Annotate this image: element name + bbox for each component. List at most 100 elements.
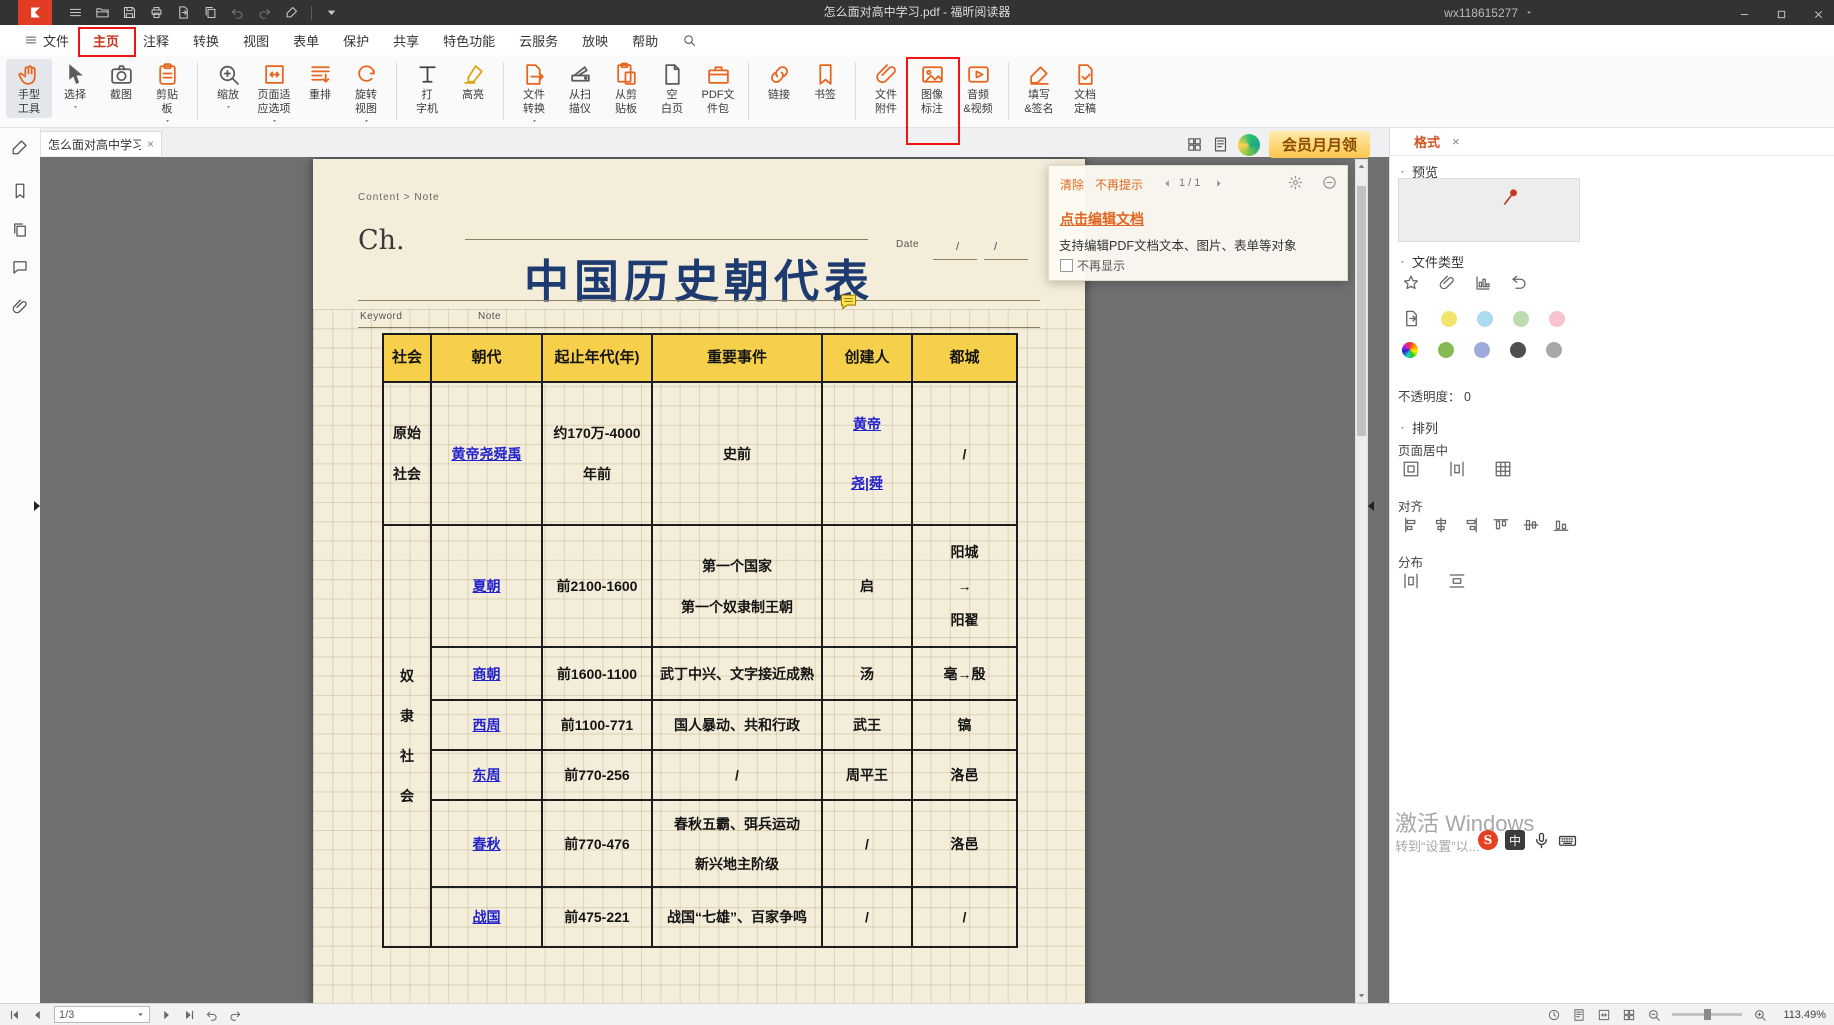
tool-hand-tool[interactable]: 手型 工具 [6,59,52,118]
open-platform-icon[interactable] [1238,134,1260,156]
menu-item-help[interactable]: 帮助 [620,25,670,55]
tool-bookmark[interactable]: 书签 [802,59,848,104]
dynasty-link[interactable]: 东周 [473,767,501,783]
popup-clear-link[interactable]: 清除 [1060,176,1084,193]
tool-typewriter[interactable]: 打 字机 [404,59,450,118]
document-tab-close-icon[interactable]: × [147,137,154,151]
edit-document-link[interactable]: 点击编辑文档 [1060,209,1144,229]
zoom-in-icon[interactable] [1753,1008,1767,1022]
next-page-button[interactable] [159,1008,173,1022]
popup-prev-icon[interactable] [1162,178,1173,189]
sidebar-attachments-icon[interactable] [11,298,29,316]
tool-rotate-view[interactable]: 旋转 视图 [343,59,389,125]
align-bottom-icon[interactable] [1552,516,1570,534]
dynasty-link[interactable]: 商朝 [473,666,501,682]
previous-view-button[interactable] [205,1008,219,1022]
align-right-icon[interactable] [1462,516,1480,534]
reverse-view-button[interactable] [1547,1008,1561,1022]
tool-from-scanner[interactable]: 从扫 描仪 [557,59,603,118]
menu-item-features[interactable]: 特色功能 [431,25,507,55]
dynasty-link[interactable]: 战国 [473,909,501,925]
menu-icon[interactable] [68,5,83,20]
tool-clipboard[interactable]: 剪贴 板 [144,59,190,125]
member-badge-button[interactable]: 会员月月领 [1269,131,1370,158]
save-icon[interactable] [122,5,137,20]
color-swatch[interactable] [1402,342,1418,358]
dist-h-icon[interactable] [1402,572,1420,590]
back-icon[interactable] [1510,274,1528,292]
menu-item-convert[interactable]: 转换 [181,25,231,55]
dist-h-icon[interactable] [1448,460,1466,478]
tool-select[interactable]: 选择 [52,59,98,111]
dynasty-link[interactable]: 黄帝尧舜禹 [452,446,522,462]
grid-pos-icon[interactable] [1494,460,1512,478]
zoom-slider[interactable] [1672,1013,1742,1016]
color-swatch[interactable] [1549,311,1565,327]
keyboard-icon[interactable] [1558,831,1577,850]
tool-audio-video[interactable]: 音频 &视频 [955,59,1001,118]
prev-page-button[interactable] [31,1008,45,1022]
copy-doc-icon[interactable] [203,5,218,20]
founder-link[interactable]: 黄帝 [825,414,909,434]
file-type-section-header[interactable]: 文件类型 [1398,252,1464,271]
tool-file-attach[interactable]: 文件 附件 [863,59,909,118]
color-swatch[interactable] [1513,311,1529,327]
tool-fit-options[interactable]: 页面适 应选项 [251,59,297,125]
thumbnail-view-icon[interactable] [1186,136,1203,153]
align-left-icon[interactable] [1402,516,1420,534]
tool-highlight[interactable]: 高亮 [450,59,496,104]
document-tab[interactable]: 怎么面对高中学习... × [40,131,162,156]
tool-link[interactable]: 链接 [756,59,802,104]
zoom-value[interactable]: 113.49% [1778,1009,1826,1021]
color-swatch[interactable] [1477,311,1493,327]
scroll-down-icon[interactable] [1356,990,1367,1001]
sidebar-pages-icon[interactable] [11,221,29,239]
popup-settings-icon[interactable] [1288,175,1303,190]
dist-v-icon[interactable] [1448,572,1466,590]
print-icon[interactable] [149,5,164,20]
menu-item-home[interactable]: 主页 [81,25,131,55]
align-center-h-icon[interactable] [1432,516,1450,534]
account-id[interactable]: wx118615277 [1444,0,1534,25]
last-page-button[interactable] [182,1008,196,1022]
tool-blank-page[interactable]: 空 白页 [649,59,695,118]
menu-item-protect[interactable]: 保护 [331,25,381,55]
tool-convert-file[interactable]: 文件 转换 [511,59,557,125]
dynasty-link[interactable]: 春秋 [473,836,501,852]
color-swatch[interactable] [1441,311,1457,327]
export-doc-icon[interactable] [1402,309,1421,328]
opacity-value[interactable]: 0 [1464,390,1471,404]
tool-from-clipboard[interactable]: 从剪 贴板 [603,59,649,118]
right-panel-collapse-handle[interactable] [1368,501,1374,511]
caret-down-icon[interactable] [324,5,339,20]
first-page-button[interactable] [8,1008,22,1022]
dynasty-link[interactable]: 西周 [473,717,501,733]
menu-item-view[interactable]: 视图 [231,25,281,55]
tool-reflow[interactable]: 重排 [297,59,343,104]
redo-icon[interactable] [257,5,272,20]
minimize-icon[interactable] [1739,7,1750,18]
color-swatch[interactable] [1510,342,1526,358]
open-folder-icon[interactable] [95,5,110,20]
zoom-out-icon[interactable] [1647,1008,1661,1022]
menu-item-form[interactable]: 表单 [281,25,331,55]
arrange-section-header[interactable]: 排列 [1398,418,1438,437]
tool-fill-sign[interactable]: 填写 &签名 [1016,59,1062,118]
menu-item-share[interactable]: 共享 [381,25,431,55]
pin-icon[interactable] [1501,187,1521,207]
popup-dont-remind-link[interactable]: 不再提示 [1095,176,1143,193]
search-icon[interactable] [682,33,697,48]
align-top-icon[interactable] [1492,516,1510,534]
fit-width-button[interactable] [1597,1008,1611,1022]
reading-view-icon[interactable] [1212,136,1229,153]
page-center-icon[interactable] [1402,460,1420,478]
founder-link[interactable]: 尧|舜 [825,473,909,493]
vertical-scrollbar[interactable] [1355,159,1368,1003]
tool-snapshot[interactable]: 截图 [98,59,144,104]
edit-tool-icon[interactable] [284,5,299,20]
undo-icon[interactable] [230,5,245,20]
zoom-slider-thumb[interactable] [1704,1009,1711,1020]
mic-icon[interactable] [1532,831,1551,850]
page-number-input[interactable]: 1/3 [54,1006,150,1023]
menu-item-cloud[interactable]: 云服务 [507,25,570,55]
